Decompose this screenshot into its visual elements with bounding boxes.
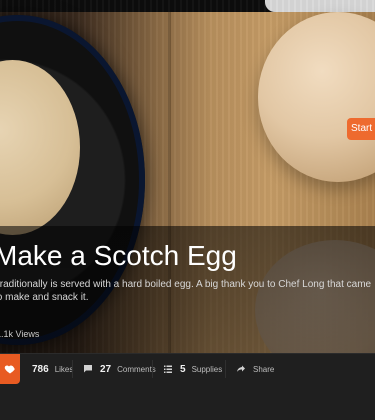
views-count: 1.1k Views <box>0 329 40 339</box>
divider <box>225 360 226 378</box>
likes-label: Likes <box>54 364 74 374</box>
hero-image: Start Make a Scotch Egg Traditionally is… <box>0 0 375 353</box>
list-icon <box>162 363 174 375</box>
comments-count: 27 <box>100 363 112 375</box>
share-label: Share <box>253 364 275 374</box>
share-icon <box>235 363 247 375</box>
supplies-count: 5 <box>180 363 186 375</box>
like-button[interactable] <box>0 354 20 384</box>
start-button[interactable]: Start <box>347 118 375 140</box>
comment-icon <box>82 363 94 375</box>
action-bar: 786 Likes 27 Comments 5 Supplies Share <box>0 353 375 420</box>
page-title: Make a Scotch Egg <box>0 240 237 271</box>
likes-stat[interactable]: 786 Likes <box>32 362 73 376</box>
share-stat[interactable]: Share <box>235 362 274 376</box>
divider <box>152 360 153 378</box>
comments-label: Comments <box>117 364 156 374</box>
likes-count: 786 <box>32 363 49 375</box>
page-description: Traditionally is served with a hard boil… <box>0 279 372 303</box>
supplies-label: Supplies <box>191 364 223 374</box>
comments-stat[interactable]: 27 Comments <box>82 362 156 376</box>
divider <box>72 360 73 378</box>
supplies-stat[interactable]: 5 Supplies <box>162 362 222 376</box>
heart-icon <box>4 363 16 375</box>
